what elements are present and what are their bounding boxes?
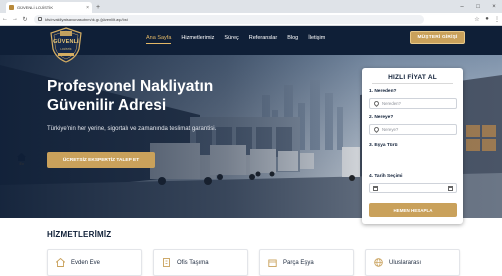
location-pin-icon xyxy=(372,125,381,134)
star-icon[interactable]: ☆ xyxy=(472,16,482,23)
box-icon xyxy=(268,259,277,267)
from-input[interactable]: Nereden? xyxy=(369,98,457,109)
browser-tab[interactable]: GÜVENLİ LOJİSTİK × xyxy=(6,2,92,13)
date-label: 4. Tarih Seçimi xyxy=(369,174,403,179)
to-input[interactable]: Nereye? xyxy=(369,124,457,135)
maximize-icon[interactable]: □ xyxy=(470,4,486,10)
to-label: 2. Nereye? xyxy=(369,115,394,120)
hero-title-line1: Profesyonel Nakliyatın xyxy=(47,78,214,95)
calendar-icon xyxy=(373,186,378,191)
nav-home[interactable]: Ana Sayfa xyxy=(146,34,172,44)
hero-title: Profesyonel Nakliyatın Güvenilir Adresi xyxy=(47,77,307,115)
services-list: Evden Eve Ofis Taşıma Parça Eşya Uluslar… xyxy=(47,249,460,276)
to-placeholder: Nereye? xyxy=(382,127,399,132)
service-card-office[interactable]: Ofis Taşıma xyxy=(153,249,248,276)
tab-title: GÜVENLİ LOJİSTİK xyxy=(17,5,54,10)
forward-icon[interactable]: → xyxy=(10,16,20,22)
nav-references[interactable]: Referanslar xyxy=(249,34,277,44)
url-text: kfs/nvakllyatsavunasutnm/ık.gı.ğüvenlilt… xyxy=(45,16,128,22)
back-icon[interactable]: ← xyxy=(0,16,10,22)
lock-icon xyxy=(38,17,42,21)
logo-subtext: LOJİSTİK xyxy=(60,48,72,51)
service-label: Uluslararası xyxy=(389,259,422,266)
nav-process[interactable]: Süreç xyxy=(224,34,238,44)
address-bar: ← → ↻ kfs/nvakllyatsavunasutnm/ık.gı.ğüv… xyxy=(0,13,502,26)
close-window-icon[interactable]: × xyxy=(486,4,502,10)
service-label: Parça Eşya xyxy=(283,259,314,266)
globe-icon xyxy=(374,258,383,267)
free-appraisal-button[interactable]: ÜCRETSİZ EKSPERTİZ TALEP ET xyxy=(47,152,155,168)
divider xyxy=(372,83,453,84)
quick-quote-card: HIZLI FİYAT AL 1. Nereden? Nereden? 2. N… xyxy=(362,68,463,224)
favicon-icon xyxy=(9,5,14,10)
quote-title: HIZLI FİYAT AL xyxy=(388,74,437,81)
nav-services[interactable]: Hizmetlerimiz xyxy=(181,34,214,44)
main-nav: Ana Sayfa Hizmetlerimiz Süreç Referansla… xyxy=(146,34,335,44)
customer-login-button[interactable]: MÜŞTERİ GİRİŞİ xyxy=(410,31,465,44)
shield-logo-icon xyxy=(50,27,82,63)
service-label: Evden Eve xyxy=(71,259,101,266)
profile-icon[interactable]: ● xyxy=(482,16,492,22)
service-card-international[interactable]: Uluslararası xyxy=(365,249,460,276)
calendar-icon xyxy=(448,186,453,191)
logo-text: GÜVENLİ xyxy=(53,39,79,45)
minimize-icon[interactable]: – xyxy=(454,4,470,10)
nav-contact[interactable]: İletişim xyxy=(308,34,325,44)
services-title: HİZMETLERİMİZ xyxy=(47,230,112,239)
hero-subtitle: Türkiye'nin her yerine, sigortalı ve zam… xyxy=(47,126,217,132)
office-icon xyxy=(163,258,170,267)
type-option-home[interactable]: Ev xyxy=(12,153,32,166)
new-tab-icon[interactable]: + xyxy=(96,2,100,13)
house-icon xyxy=(56,258,65,267)
nav-blog[interactable]: Blog xyxy=(287,34,298,44)
service-card-parcel[interactable]: Parça Eşya xyxy=(259,249,354,276)
location-pin-icon xyxy=(372,99,381,108)
house-icon xyxy=(17,153,27,161)
reload-icon[interactable]: ↻ xyxy=(20,16,30,23)
calculate-button[interactable]: HEMEN HESAPLA xyxy=(369,203,457,217)
logo[interactable]: GÜVENLİ LOJİSTİK xyxy=(49,27,83,63)
date-input[interactable] xyxy=(369,183,457,193)
close-tab-icon[interactable]: × xyxy=(86,5,89,11)
from-placeholder: Nereden? xyxy=(382,101,401,106)
type-label-home: Ev xyxy=(19,162,24,166)
window-controls: – □ × xyxy=(454,0,502,13)
hero-title-line2: Güvenilir Adresi xyxy=(47,97,167,114)
menu-icon[interactable]: ⋮ xyxy=(492,16,502,23)
url-field[interactable]: kfs/nvakllyatsavunasutnm/ık.gı.ğüvenlilt… xyxy=(34,14,424,24)
browser-tab-bar: GÜVENLİ LOJİSTİK × + – □ × xyxy=(0,0,502,13)
service-card-home[interactable]: Evden Eve xyxy=(47,249,142,276)
from-label: 1. Nereden? xyxy=(369,89,397,94)
service-label: Ofis Taşıma xyxy=(177,259,209,266)
item-type-label: 3. Eşya Türü xyxy=(369,143,398,148)
